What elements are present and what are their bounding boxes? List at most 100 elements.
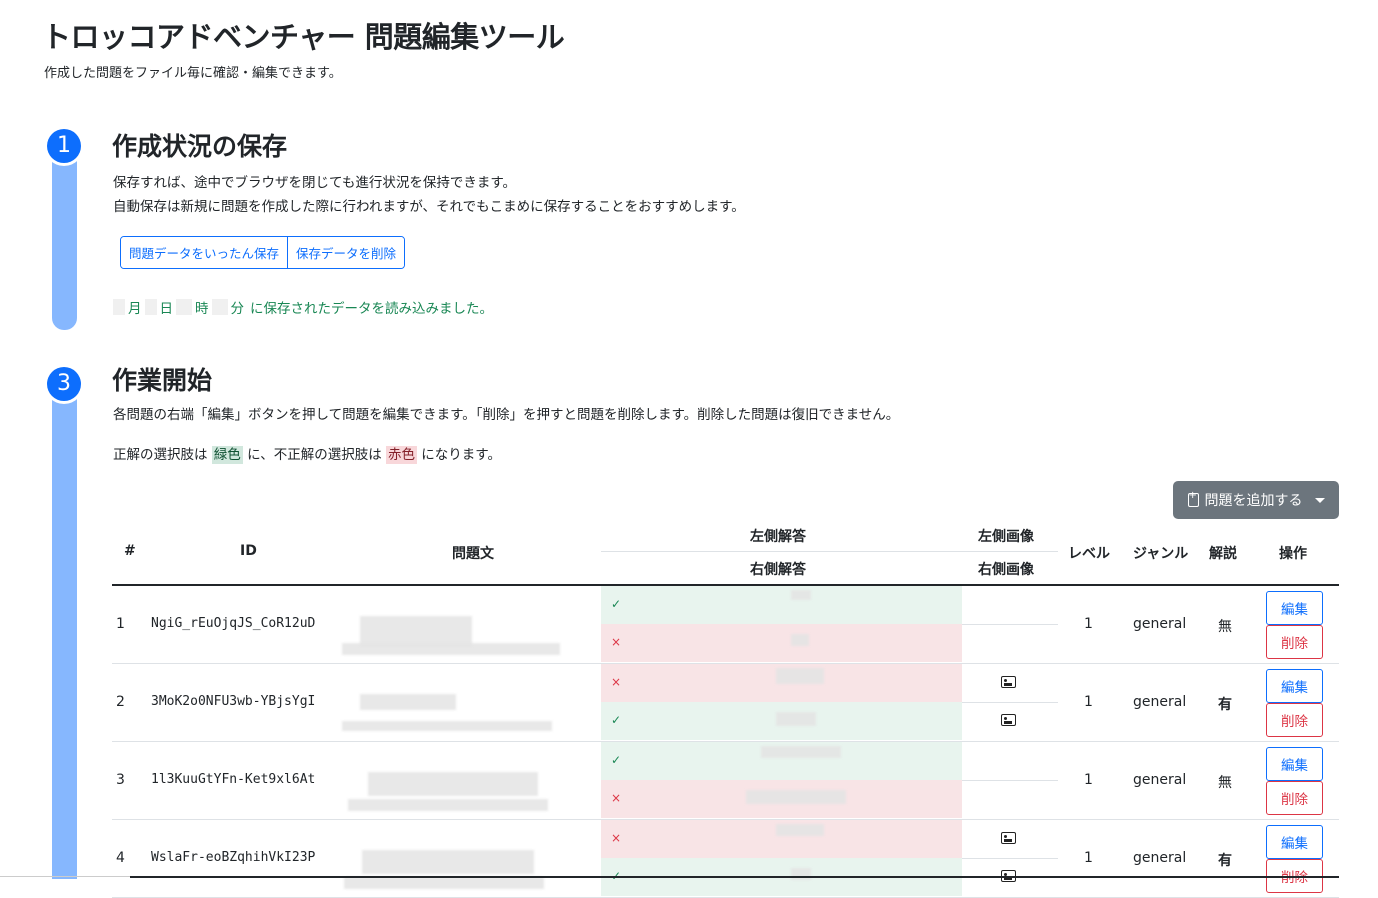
th-num: #	[124, 543, 136, 559]
file-plus-icon	[1187, 490, 1199, 507]
th-actions: 操作	[1279, 546, 1307, 562]
step-number-3: 3	[47, 367, 81, 401]
work-desc-2: 正解の選択肢は 緑色 に、不正解の選択肢は 赤色 になります。	[113, 446, 501, 464]
table-header: # ID 問題文 左側解答 右側解答 左側画像 右側画像 レベル ジャンル 解説…	[112, 520, 1339, 586]
image-icon	[1001, 832, 1016, 844]
image-icon	[1001, 714, 1016, 726]
section-title-work: 作業開始	[112, 366, 213, 395]
delete-button[interactable]: 削除	[1266, 781, 1323, 815]
th-right-image: 右側画像	[978, 562, 1034, 578]
row-explanation: 無	[1218, 775, 1232, 791]
redacted-question-text	[362, 850, 534, 874]
saved-status-message: 月 日 時 分 に保存されたデータを読み込みました。	[111, 297, 494, 317]
save-desc-2: 自動保存は新規に問題を作成した際に行われますが、それでもこまめに保存することをお…	[113, 199, 745, 215]
redacted-question-text	[360, 694, 456, 710]
row-genre: general	[1133, 694, 1187, 710]
row-genre: general	[1133, 616, 1187, 632]
row-number: 3	[116, 772, 125, 788]
cross-icon: ×	[611, 675, 622, 689]
th-genre: ジャンル	[1133, 546, 1189, 562]
table-row: 4WslaFr-eoBZqhihVkI23P×✓1general有編集削除	[112, 820, 1339, 898]
edit-button[interactable]: 編集	[1266, 669, 1323, 703]
caret-down-icon	[1314, 497, 1325, 503]
redacted-month	[113, 299, 125, 315]
th-question: 問題文	[452, 546, 494, 562]
row-id: NgiG_rEuOjqJS_CoR12uD	[151, 616, 316, 631]
table-bottom-edge	[130, 876, 1339, 878]
cross-icon: ×	[611, 831, 622, 845]
page-subtitle: 作成した問題をファイル毎に確認・編集できます。	[44, 66, 342, 81]
row-explanation: 有	[1218, 697, 1232, 713]
redacted-answer-text	[776, 824, 824, 836]
wrong-answer-cell: ×	[601, 820, 962, 858]
table-row: 3 1l3KuuGtYFn-Ket9xl6At ✓ × 1 general 無 編集 削除	[112, 742, 1339, 820]
image-divider	[962, 780, 1058, 781]
row-id: WslaFr-eoBZqhihVkI23P	[151, 850, 316, 865]
delete-saved-data-button[interactable]: 保存データを削除	[287, 237, 405, 268]
green-legend: 緑色	[211, 446, 243, 464]
wrong-answer-cell: ×	[601, 780, 962, 818]
image-divider	[962, 858, 1058, 859]
redacted-answer-text	[791, 590, 811, 600]
th-left-image: 左側画像	[978, 529, 1034, 545]
image-divider	[962, 702, 1058, 703]
image-icon	[1001, 676, 1016, 688]
redacted-day	[144, 299, 157, 315]
redacted-question-text	[342, 721, 552, 731]
redacted-question-text	[368, 772, 538, 796]
check-icon: ✓	[611, 597, 622, 611]
redacted-answer-text	[746, 790, 846, 804]
redacted-question-text	[342, 643, 560, 655]
th-right-answer: 右側解答	[750, 562, 806, 578]
th-level: レベル	[1068, 546, 1110, 562]
questions-table: # ID 問題文 左側解答 右側解答 左側画像 右側画像 レベル ジャンル 解説…	[112, 520, 1339, 898]
save-desc-1: 保存すれば、途中でブラウザを閉じても進行状況を保持できます。	[113, 175, 516, 191]
save-button-group: 問題データをいったん保存 保存データを削除	[120, 236, 406, 269]
wrong-answer-cell: ×	[601, 664, 962, 702]
row-number: 1	[116, 616, 125, 632]
correct-answer-cell: ✓	[601, 742, 962, 780]
delete-button[interactable]: 削除	[1266, 625, 1323, 659]
redacted-minute	[211, 299, 228, 315]
redacted-question-text	[360, 616, 472, 646]
row-explanation: 有	[1218, 853, 1232, 869]
redacted-answer-text	[776, 668, 824, 684]
edit-button[interactable]: 編集	[1266, 825, 1323, 859]
row-id: 3MoK2o0NFU3wb-YBjsYgI	[151, 694, 316, 709]
save-data-button[interactable]: 問題データをいったん保存	[121, 237, 288, 268]
th-explanation: 解説	[1209, 546, 1237, 562]
table-row: 2 3MoK2o0NFU3wb-YBjsYgI × ✓ 1 general 有 編集 削除	[112, 664, 1339, 742]
redacted-answer-text	[791, 634, 809, 646]
row-explanation: 無	[1218, 619, 1232, 635]
th-id: ID	[240, 543, 257, 559]
step-rail-3	[52, 373, 77, 879]
row-level: 1	[1084, 694, 1093, 710]
step-number-1: 1	[47, 129, 81, 163]
edit-button[interactable]: 編集	[1266, 747, 1323, 781]
row-number: 4	[116, 850, 125, 866]
edit-button[interactable]: 編集	[1266, 591, 1323, 625]
redacted-question-text	[348, 799, 548, 811]
wrong-answer-cell: ×	[601, 624, 962, 662]
correct-answer-cell: ✓	[601, 586, 962, 624]
row-level: 1	[1084, 850, 1093, 866]
add-question-dropdown-button[interactable]: 問題を追加する	[1173, 481, 1339, 519]
red-legend: 赤色	[386, 446, 417, 464]
page-bottom-edge	[0, 876, 130, 877]
delete-button[interactable]: 削除	[1266, 703, 1323, 737]
header-divider	[601, 551, 1058, 552]
work-desc-1: 各問題の右端「編集」ボタンを押して問題を編集できます。「削除」を押すと問題を削除…	[113, 407, 900, 423]
redacted-answer-text	[791, 868, 811, 880]
cross-icon: ×	[611, 791, 622, 805]
check-icon: ✓	[611, 753, 622, 767]
redacted-hour	[176, 299, 192, 315]
image-divider	[962, 624, 1058, 625]
row-id: 1l3KuuGtYFn-Ket9xl6At	[151, 772, 316, 787]
row-genre: general	[1133, 772, 1187, 788]
redacted-answer-text	[761, 746, 841, 758]
check-icon: ✓	[611, 713, 622, 727]
section-title-save: 作成状況の保存	[112, 132, 288, 161]
table-row: 1 NgiG_rEuOjqJS_CoR12uD ✓ × 1 general 無 編集 削除	[112, 586, 1339, 664]
step-rail-1	[52, 140, 77, 330]
row-number: 2	[116, 694, 125, 710]
